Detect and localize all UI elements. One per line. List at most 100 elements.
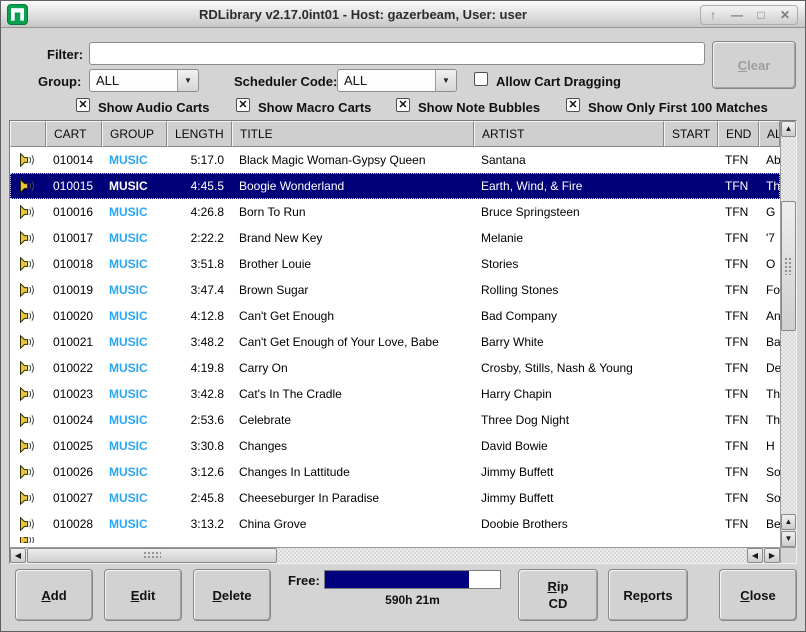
- cell-start: [664, 407, 718, 433]
- scroll-up-icon[interactable]: ▲: [781, 121, 796, 137]
- cell-artist: Crosby, Stills, Nash & Young: [474, 355, 664, 381]
- cell-start: [664, 537, 718, 543]
- rip-cd-button[interactable]: Rip CD: [518, 569, 598, 621]
- table-row[interactable]: 010017MUSIC2:22.2Brand New KeyMelanieTFN…: [10, 225, 780, 251]
- table-row[interactable]: 010021MUSIC3:48.2Can't Get Enough of You…: [10, 329, 780, 355]
- table-row[interactable]: 010016MUSIC4:26.8Born To RunBruce Spring…: [10, 199, 780, 225]
- close-window-icon[interactable]: ✕: [773, 6, 797, 24]
- scroll-up-icon[interactable]: ▲: [781, 514, 796, 530]
- reports-button[interactable]: Reports: [608, 569, 688, 621]
- group-select[interactable]: ALL ▼: [89, 69, 199, 92]
- cell-album: An: [759, 303, 780, 329]
- table-row[interactable]: 010018MUSIC3:51.8Brother LouieStoriesTFN…: [10, 251, 780, 277]
- cell-end: TFN: [718, 459, 759, 485]
- cell-group: MUSIC: [102, 329, 167, 355]
- cell-start: [664, 329, 718, 355]
- thumb-grip-icon: [784, 257, 793, 275]
- cell-title: Brown Sugar: [232, 277, 474, 303]
- table-row[interactable]: 010028MUSIC3:13.2China GroveDoobie Broth…: [10, 511, 780, 537]
- maximize-window-icon[interactable]: □: [749, 6, 773, 24]
- chevron-down-icon[interactable]: ▼: [435, 70, 456, 91]
- show-only-first-100-checkbox[interactable]: ✕: [566, 98, 580, 112]
- cell-length: 4:12.8: [167, 303, 232, 329]
- speaker-icon: [10, 381, 46, 407]
- show-note-bubbles-label: Show Note Bubbles: [418, 100, 540, 115]
- cell-title: Black Magic Woman-Gypsy Queen: [232, 147, 474, 173]
- cell-group: MUSIC: [102, 303, 167, 329]
- header-cart[interactable]: CART: [46, 121, 102, 147]
- vertical-scrollbar-thumb[interactable]: [781, 201, 796, 331]
- titlebar[interactable]: RDLibrary v2.17.0int01 - Host: gazerbeam…: [1, 1, 805, 28]
- table-row[interactable]: 010019MUSIC3:47.4Brown SugarRolling Ston…: [10, 277, 780, 303]
- minimize-window-icon[interactable]: —: [725, 6, 749, 24]
- cell-album: [759, 537, 780, 543]
- scroll-left-icon[interactable]: ◀: [10, 548, 26, 563]
- table-row[interactable]: 010024MUSIC2:53.6CelebrateThree Dog Nigh…: [10, 407, 780, 433]
- header-start[interactable]: START: [664, 121, 718, 147]
- cell-cart: 010027: [46, 485, 102, 511]
- speaker-icon: [10, 277, 46, 303]
- cell-end: TFN: [718, 173, 759, 199]
- speaker-icon: [10, 329, 46, 355]
- header-artist[interactable]: ARTIST: [474, 121, 664, 147]
- table-row[interactable]: 010015MUSIC4:45.5Boogie WonderlandEarth,…: [10, 173, 780, 199]
- cell-album: Ab: [759, 147, 780, 173]
- show-macro-carts-checkbox[interactable]: ✕: [236, 98, 250, 112]
- header-icon-column[interactable]: [10, 121, 46, 147]
- cell-title: [232, 537, 474, 543]
- scroll-right-icon[interactable]: ▶: [764, 548, 780, 563]
- cell-group: MUSIC: [102, 433, 167, 459]
- scheduler-code-select[interactable]: ALL ▼: [337, 69, 457, 92]
- header-end[interactable]: END: [718, 121, 759, 147]
- header-group[interactable]: GROUP: [102, 121, 167, 147]
- horizontal-scrollbar[interactable]: ◀ ◀ ▶: [10, 547, 780, 563]
- cell-artist: David Bowie: [474, 433, 664, 459]
- cell-length: 3:51.8: [167, 251, 232, 277]
- table-row[interactable]: 010023MUSIC3:42.8Cat's In The CradleHarr…: [10, 381, 780, 407]
- cell-length: 2:22.2: [167, 225, 232, 251]
- speaker-icon: [10, 225, 46, 251]
- table-row[interactable]: 010027MUSIC2:45.8Cheeseburger In Paradis…: [10, 485, 780, 511]
- add-button[interactable]: Add: [15, 569, 93, 621]
- horizontal-scrollbar-thumb[interactable]: [27, 548, 277, 563]
- table-row[interactable]: 010014MUSIC5:17.0Black Magic Woman-Gypsy…: [10, 147, 780, 173]
- edit-button[interactable]: Edit: [104, 569, 182, 621]
- header-title[interactable]: TITLE: [232, 121, 474, 147]
- cell-start: [664, 173, 718, 199]
- speaker-icon: [10, 433, 46, 459]
- cell-artist: Bad Company: [474, 303, 664, 329]
- table-row[interactable]: 010026MUSIC3:12.6Changes In LattitudeJim…: [10, 459, 780, 485]
- cell-end: [718, 537, 759, 543]
- close-button[interactable]: Close: [719, 569, 797, 621]
- cell-album: Th: [759, 173, 780, 199]
- cell-end: TFN: [718, 329, 759, 355]
- shade-window-icon[interactable]: ↑: [701, 6, 725, 24]
- cell-cart: 010019: [46, 277, 102, 303]
- table-row[interactable]: 010022MUSIC4:19.8Carry OnCrosby, Stills,…: [10, 355, 780, 381]
- cell-title: Boogie Wonderland: [232, 173, 474, 199]
- table-row[interactable]: 010025MUSIC3:30.8ChangesDavid BowieTFNH: [10, 433, 780, 459]
- show-note-bubbles-checkbox[interactable]: ✕: [396, 98, 410, 112]
- clear-button[interactable]: Clear: [712, 41, 796, 89]
- cell-artist: [474, 537, 664, 543]
- header-album[interactable]: ALBUM: [759, 121, 780, 147]
- filter-input[interactable]: [89, 42, 705, 65]
- scroll-left-icon[interactable]: ◀: [747, 548, 763, 563]
- show-audio-carts-checkbox[interactable]: ✕: [76, 98, 90, 112]
- cell-group: MUSIC: [102, 407, 167, 433]
- scroll-down-icon[interactable]: ▼: [781, 531, 796, 547]
- cell-end: TFN: [718, 147, 759, 173]
- cell-cart: 010025: [46, 433, 102, 459]
- header-length[interactable]: LENGTH: [167, 121, 232, 147]
- cell-group: MUSIC: [102, 225, 167, 251]
- speaker-icon: [10, 485, 46, 511]
- cell-artist: Barry White: [474, 329, 664, 355]
- table-row[interactable]: 010020MUSIC4:12.8Can't Get EnoughBad Com…: [10, 303, 780, 329]
- delete-button[interactable]: Delete: [193, 569, 271, 621]
- cell-length: [167, 537, 232, 543]
- table-row[interactable]: [10, 537, 780, 543]
- vertical-scrollbar[interactable]: ▲ ▲ ▼: [780, 121, 796, 547]
- scheduler-code-label: Scheduler Code:: [234, 74, 337, 89]
- allow-cart-dragging-checkbox[interactable]: [474, 72, 488, 86]
- chevron-down-icon[interactable]: ▼: [177, 70, 198, 91]
